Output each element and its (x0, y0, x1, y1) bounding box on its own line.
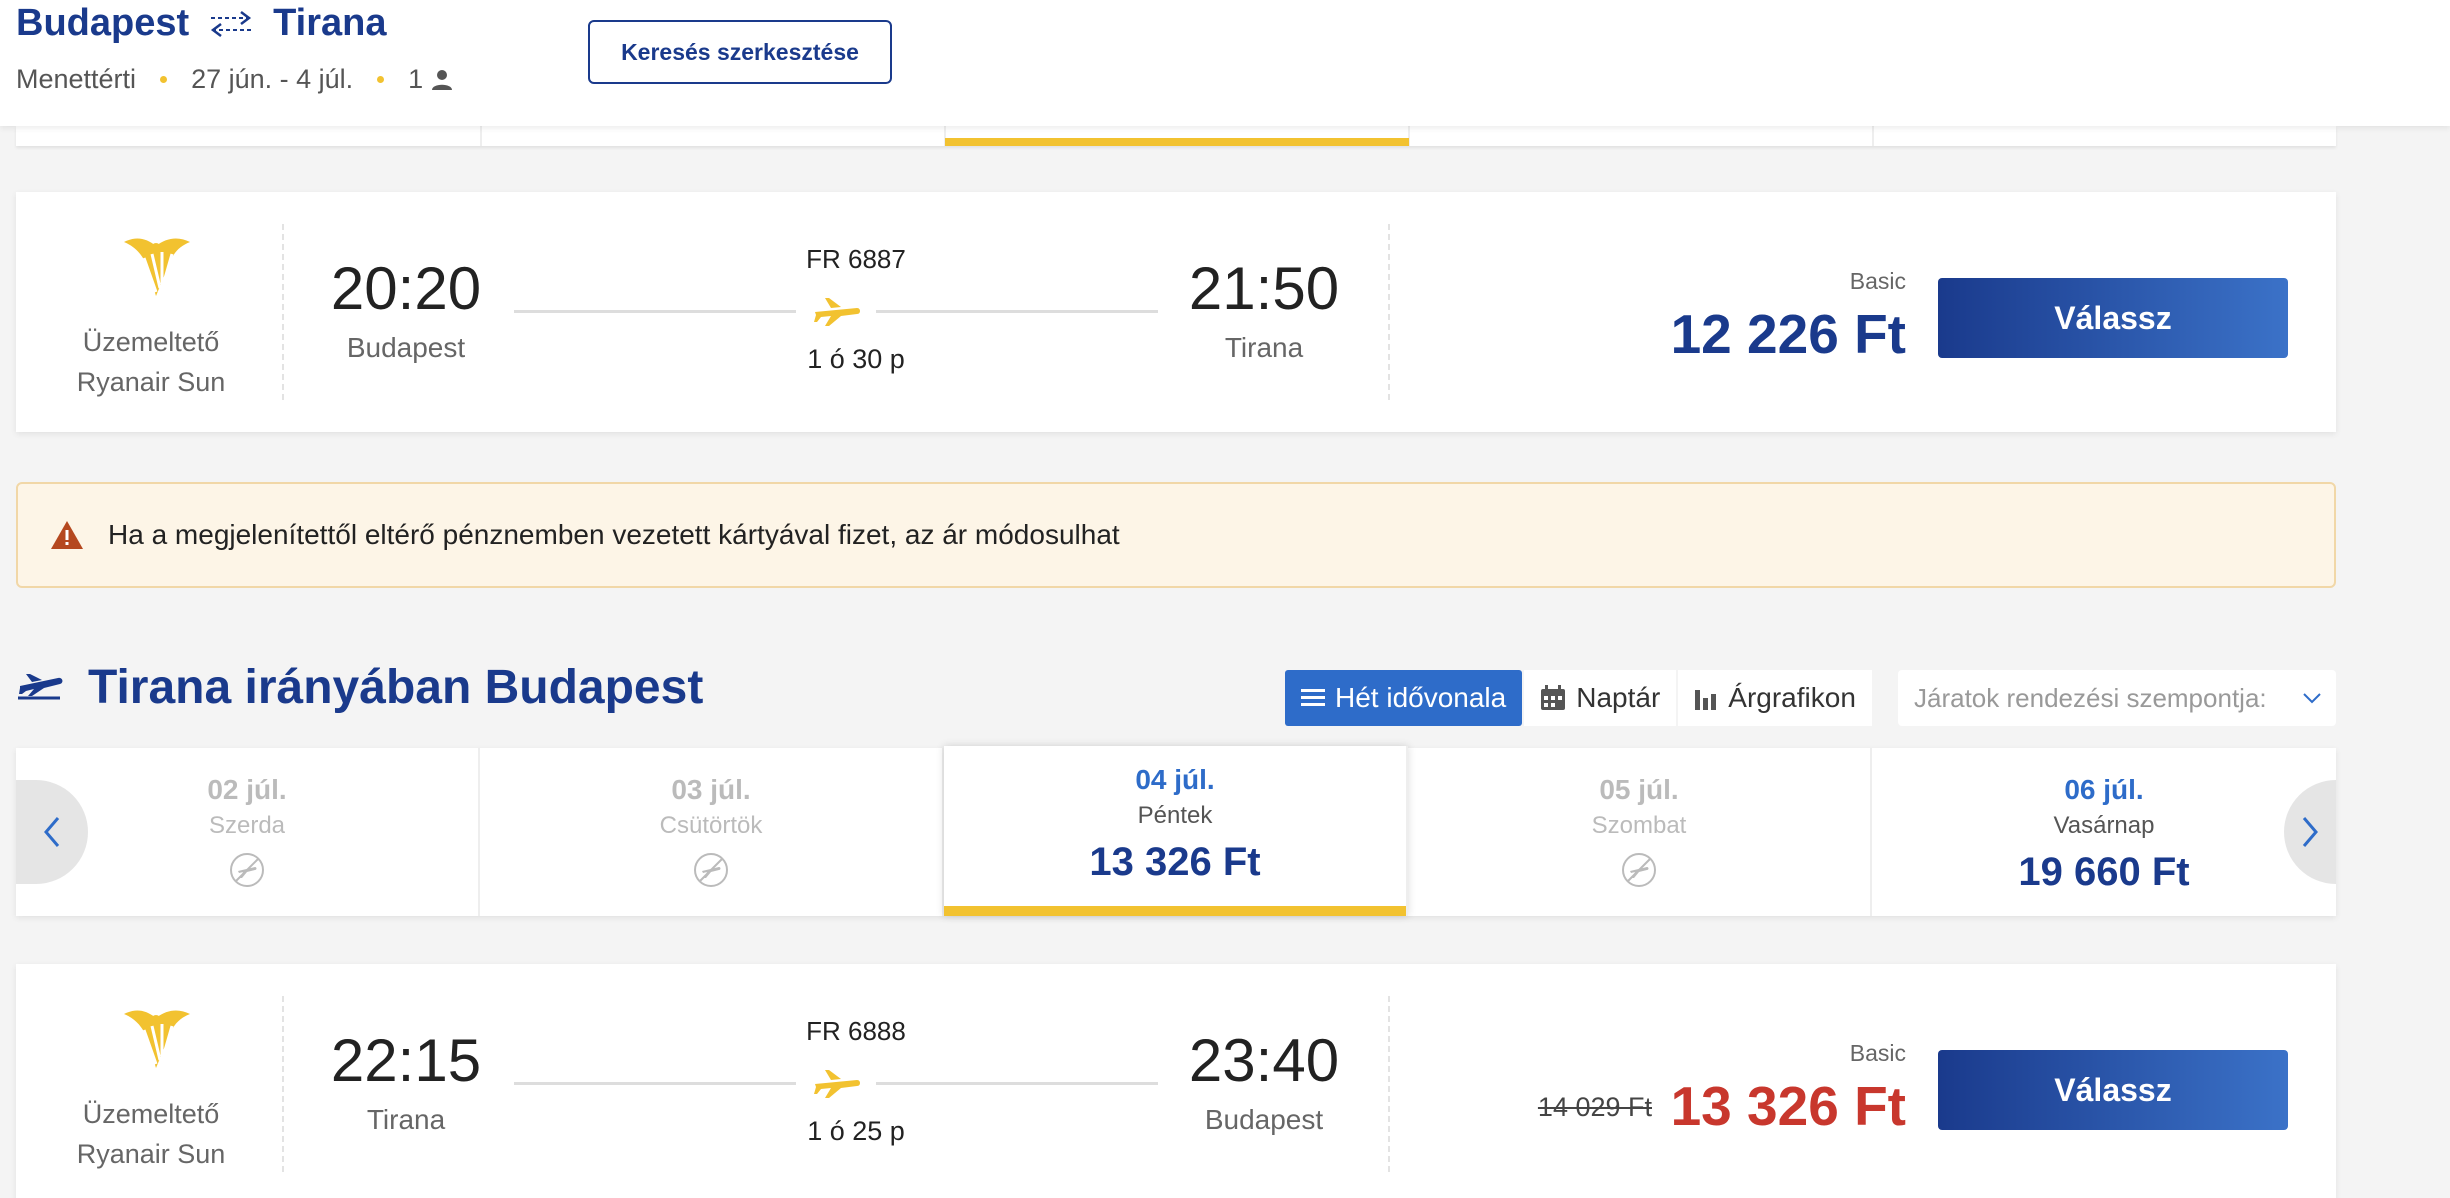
return-date-strip: 02 júl. Szerda 03 júl. Csütörtök 04 júl.… (16, 746, 2336, 916)
passenger-number: 1 (408, 64, 424, 94)
tab-label: Hét idővonala (1335, 682, 1507, 713)
arrival-time: 23:40 (1188, 1027, 1340, 1094)
operator-label: Üzemeltető (82, 1099, 220, 1129)
divider (282, 996, 284, 1172)
date-option-jul-06[interactable]: 06 júl. Vasárnap 19 660 Ft (1872, 748, 2336, 916)
passenger-count: 1 (408, 64, 453, 95)
route-line (876, 310, 1158, 313)
date-option-jul-03[interactable]: 03 júl. Csütörtök (480, 748, 944, 916)
select-outbound-button[interactable]: Válassz (1938, 278, 2288, 358)
trip-details: Menettérti 27 jún. - 4 júl. 1 (16, 64, 453, 95)
sort-placeholder: Járatok rendezési szempontja: (1914, 682, 2267, 713)
outbound-date-strip (16, 126, 2336, 146)
calendar-icon (1541, 685, 1566, 710)
date-option-jul-05[interactable]: 05 júl. Szombat (1408, 748, 1872, 916)
return-section-title: Tirana irányában Budapest (16, 660, 703, 715)
tab-label: Árgrafikon (1728, 682, 1856, 713)
select-return-button[interactable]: Válassz (1938, 1050, 2288, 1130)
arrival-time: 21:50 (1188, 255, 1340, 322)
route-line (876, 1082, 1158, 1085)
destination-city: Tirana (273, 2, 387, 44)
day-label: Csütörtök (659, 812, 763, 839)
divider (282, 224, 284, 400)
no-flight-icon (230, 853, 264, 887)
date-label: 02 júl. (207, 774, 287, 805)
ryanair-logo (124, 1010, 190, 1068)
warning-icon (51, 521, 83, 549)
flight-duration: 1 ó 25 p (807, 1116, 905, 1146)
flight-number: FR 6887 (806, 244, 906, 274)
date-label: 06 júl. (2064, 774, 2144, 805)
tab-price-chart[interactable]: Árgrafikon (1678, 670, 1872, 726)
ryanair-logo (124, 238, 190, 296)
tab-calendar[interactable]: Naptár (1524, 670, 1677, 726)
operator-info: Üzemeltető Ryanair Sun (56, 322, 246, 402)
flight-duration: 1 ó 30 p (807, 344, 905, 374)
origin-city: Budapest (16, 2, 190, 44)
fare-type-label: Basic (1849, 268, 1906, 294)
flight-price: 12 226 Ft (1670, 303, 1906, 365)
bar-chart-icon (1695, 690, 1717, 710)
date-label: 05 júl. (1599, 774, 1679, 805)
operator-info: Üzemeltető Ryanair Sun (56, 1094, 246, 1174)
trip-type: Menettérti (16, 64, 137, 94)
operator-name: Ryanair Sun (76, 1139, 226, 1169)
date-label: 03 júl. (671, 774, 751, 805)
divider (1388, 996, 1390, 1172)
warning-text: Ha a megjelenítettől eltérő pénznemben v… (108, 519, 1120, 550)
person-icon (432, 69, 453, 90)
departure-time: 22:15 (330, 1027, 482, 1094)
fare-type-label: Basic (1849, 1040, 1906, 1066)
tab-week-timeline[interactable]: Hét idővonala (1285, 670, 1523, 726)
view-tabs: Hét idővonala Naptár Árgrafikon (1285, 670, 1874, 726)
search-summary-header: Budapest Tirana Menettérti 27 jún. - 4 j… (0, 0, 2450, 126)
outbound-flight-card[interactable]: Üzemeltető Ryanair Sun 20:20 Budapest FR… (16, 192, 2336, 432)
date-divider (480, 126, 482, 146)
no-flight-icon (1622, 853, 1656, 887)
route-line (514, 310, 796, 313)
return-flight-card[interactable]: Üzemeltető Ryanair Sun 22:15 Tirana FR 6… (16, 964, 2336, 1198)
no-flight-icon (694, 853, 728, 887)
chevron-down-icon (2303, 693, 2321, 704)
operator-name: Ryanair Sun (76, 367, 226, 397)
sort-dropdown[interactable]: Járatok rendezési szempontja: (1898, 670, 2336, 726)
departure-city: Budapest (346, 332, 466, 363)
operator-label: Üzemeltető (82, 327, 220, 357)
date-price: 19 660 Ft (2018, 850, 2190, 894)
chevron-left-icon (44, 817, 60, 847)
separator-dot (160, 76, 168, 83)
route-title: Budapest Tirana (16, 2, 387, 45)
tab-label: Naptár (1576, 682, 1661, 713)
separator-dot (377, 76, 385, 83)
departure-time: 20:20 (330, 255, 482, 322)
edit-search-button[interactable]: Keresés szerkesztése (588, 20, 892, 84)
route-line (514, 1082, 796, 1085)
day-label: Vasárnap (2053, 812, 2155, 839)
chevron-right-icon (2302, 817, 2318, 847)
airplane-icon (814, 1070, 860, 1098)
date-option-jul-04[interactable]: 04 júl. Péntek 13 326 Ft (944, 746, 1408, 916)
departure-city: Tirana (366, 1104, 446, 1135)
active-date-indicator (945, 138, 1409, 146)
day-label: Péntek (1137, 802, 1213, 829)
swap-arrows-icon (207, 9, 255, 39)
arrival-city: Tirana (1224, 332, 1304, 363)
arrival-city: Budapest (1204, 1104, 1324, 1135)
list-icon (1301, 689, 1325, 706)
airplane-icon (814, 298, 860, 326)
flight-price: 13 326 Ft (1670, 1075, 1906, 1137)
date-price: 13 326 Ft (1089, 840, 1261, 884)
flight-number: FR 6888 (806, 1016, 906, 1046)
date-label: 04 júl. (1135, 764, 1215, 795)
trip-dates: 27 jún. - 4 júl. (191, 64, 354, 94)
section-heading: Tirana irányában Budapest (88, 661, 704, 714)
divider (1388, 224, 1390, 400)
departure-plane-icon (18, 673, 63, 699)
currency-warning: Ha a megjelenítettől eltérő pénznemben v… (16, 482, 2336, 588)
day-label: Szombat (1591, 812, 1687, 839)
date-divider (1872, 126, 1874, 146)
